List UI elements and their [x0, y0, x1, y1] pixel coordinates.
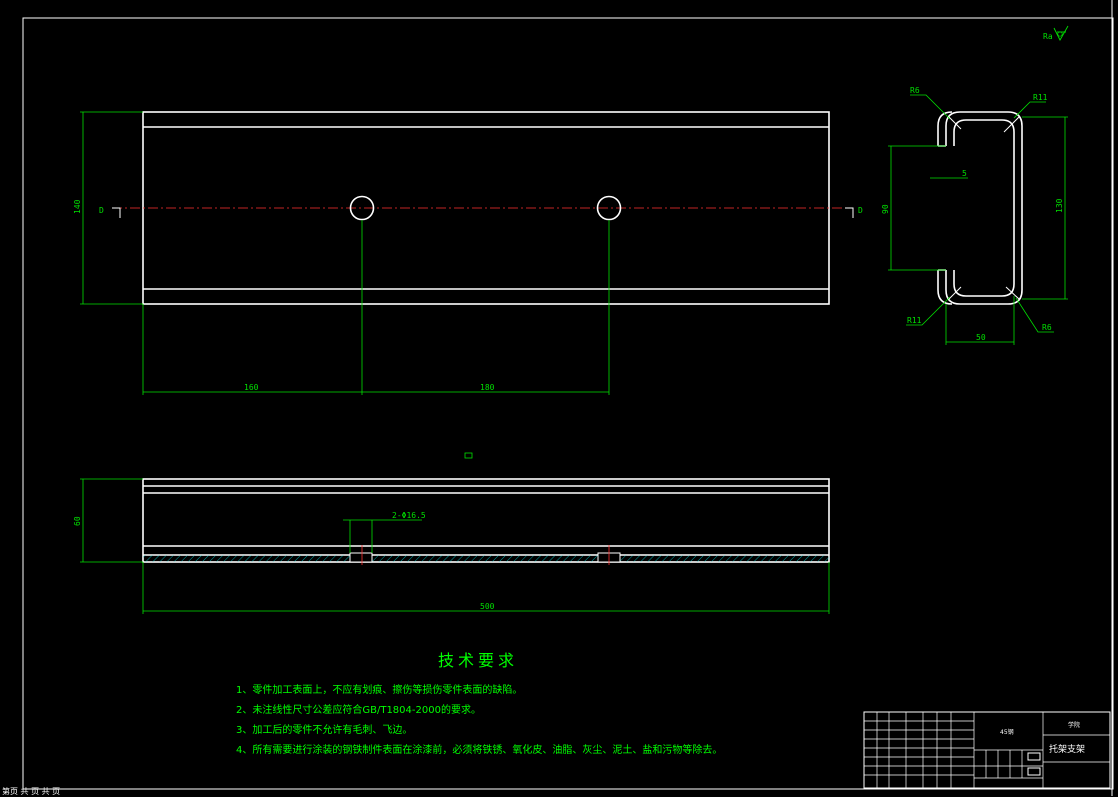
tb-part-name: 托架支架 — [1049, 743, 1085, 755]
tb-material: 45钢 — [1000, 728, 1014, 736]
side-dim-opening: 90 — [881, 204, 890, 214]
section-hatch — [142, 554, 830, 563]
view-mark — [464, 452, 473, 459]
radius-top-right: R11 — [1033, 93, 1048, 102]
radius-bottom-left: R11 — [907, 316, 922, 325]
section-label-right: D — [858, 206, 863, 215]
note-item-3: 3、加工后的零件不允许有毛刺、飞边。 — [236, 723, 412, 736]
channel-outer — [945, 111, 1023, 305]
roughness-label: Ra — [1043, 32, 1053, 41]
side-view: R6 R11 R11 R6 5 90 130 50 — [881, 86, 1068, 345]
roughness-symbol: Ra — [1043, 25, 1069, 41]
section-marker-right — [845, 207, 854, 218]
top-view: 60 2-Φ16.5 500 — [73, 478, 830, 614]
title-block: 45钢 学院 托架支架 — [863, 711, 1111, 789]
note-item-4: 4、所有需要进行涂装的钢铁制件表面在涂漆前，必须将铁锈、氧化皮、油脂、灰尘、泥土… — [236, 743, 722, 756]
technical-notes: 技术要求 1、零件加工表面上，不应有划痕、擦伤等损伤零件表面的缺陷。 2、未注线… — [236, 651, 722, 756]
side-dim-thickness: 5 — [962, 169, 967, 178]
radius-bottom-right: R6 — [1042, 323, 1052, 332]
radius-top-left: R6 — [910, 86, 920, 95]
top-dim-hole: 2-Φ16.5 — [392, 511, 426, 520]
status-line: 第页 共 页 共 页 — [2, 787, 61, 796]
section-marker-left — [112, 207, 121, 218]
front-dim-right: 180 — [480, 383, 495, 392]
side-dim-height: 130 — [1055, 198, 1064, 213]
notes-title: 技术要求 — [438, 651, 518, 670]
front-dim-height: 140 — [73, 199, 82, 214]
section-label-left: D — [99, 206, 104, 215]
note-item-2: 2、未注线性尺寸公差应符合GB/T1804-2000的要求。 — [236, 703, 481, 716]
channel-inner — [953, 119, 1015, 297]
front-view: D D 140 160 180 — [73, 111, 863, 395]
front-dim-left: 160 — [244, 383, 259, 392]
side-dim-width: 50 — [976, 333, 986, 342]
cad-drawing-canvas: Ra D D 140 160 180 R6 R11 R11 R6 5 90 13… — [22, 0, 1114, 796]
drawing-frame — [22, 0, 1114, 796]
top-view-outline — [142, 478, 830, 563]
note-item-1: 1、零件加工表面上，不应有划痕、擦伤等损伤零件表面的缺陷。 — [236, 683, 522, 696]
tb-school: 学院 — [1068, 721, 1080, 729]
top-dim-length: 500 — [480, 602, 495, 611]
top-dim-height: 60 — [73, 516, 82, 526]
